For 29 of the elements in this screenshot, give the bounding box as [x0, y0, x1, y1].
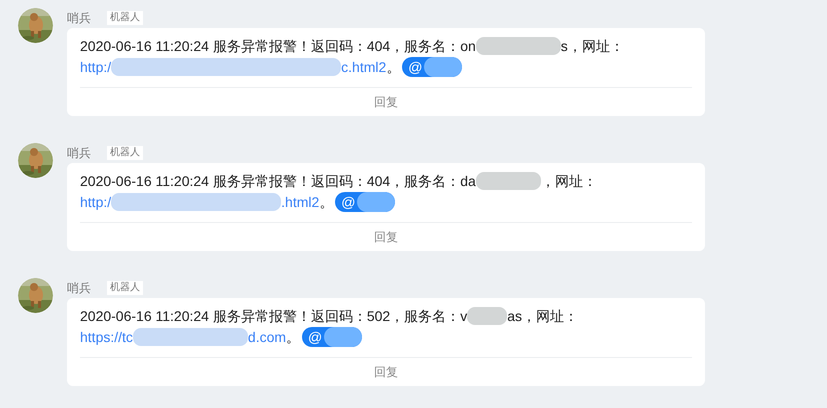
- sender-name: 哨兵: [67, 145, 91, 162]
- sender-name: 哨兵: [67, 10, 91, 27]
- robot-tag: 机器人: [107, 11, 143, 25]
- message-text: 2020-06-16 11:20:24 服务异常报警！返回码：404，服务名：on: [80, 37, 476, 56]
- link[interactable]: c.html2: [341, 57, 386, 77]
- mention-tag[interactable]: @: [335, 192, 396, 212]
- link[interactable]: https://tc: [80, 327, 133, 347]
- message-text: s，网址：: [560, 37, 624, 56]
- message-text: as，网址：: [507, 307, 578, 326]
- message-text: 2020-06-16 11:20:24 服务异常报警！返回码：502，服务名：v: [80, 307, 468, 326]
- reply-button[interactable]: 回复: [374, 363, 398, 381]
- redacted-area: [467, 307, 508, 325]
- message-text: 。: [286, 328, 300, 347]
- message-text: 。: [386, 58, 400, 77]
- mention-tag[interactable]: @: [302, 327, 362, 347]
- reply-button[interactable]: 回复: [374, 93, 398, 111]
- link[interactable]: http:/: [80, 57, 112, 77]
- redacted-area: [476, 172, 541, 190]
- robot-tag: 机器人: [107, 281, 143, 295]
- link[interactable]: http:/: [80, 192, 112, 212]
- link[interactable]: d.com: [248, 327, 286, 347]
- message-text: 2020-06-16 11:20:24 服务异常报警！返回码：404，服务名：da: [80, 172, 476, 191]
- mention-tag[interactable]: @: [402, 57, 462, 77]
- sender-name: 哨兵: [67, 280, 91, 297]
- message-text: ，网址：: [540, 172, 597, 191]
- reply-button[interactable]: 回复: [374, 228, 398, 246]
- robot-tag: 机器人: [107, 146, 143, 160]
- link[interactable]: .html2: [281, 192, 320, 212]
- message-text: 。: [319, 193, 334, 212]
